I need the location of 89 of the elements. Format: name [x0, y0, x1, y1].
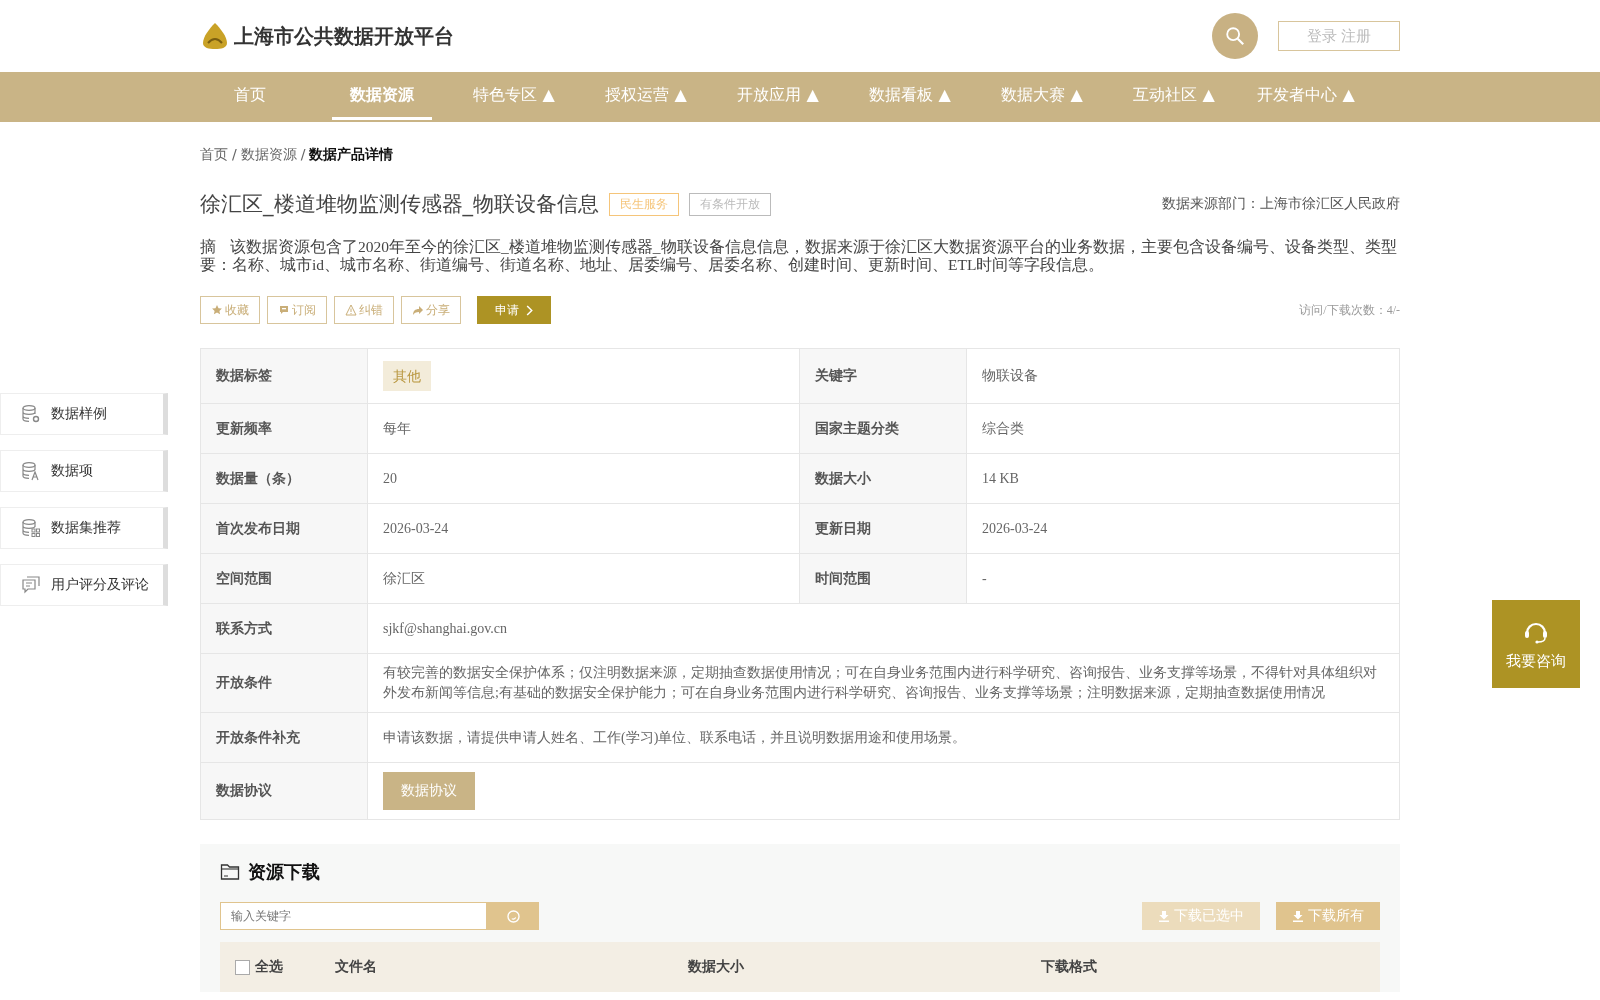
flag-icon — [278, 304, 290, 316]
action-button[interactable]: 收藏 — [200, 296, 260, 324]
field-value: 物联设备 — [982, 367, 1038, 385]
field-value: sjkf@shanghai.gov.cn — [383, 619, 507, 638]
field-value: 2026-03-24 — [982, 519, 1048, 538]
field-label: 数据大小 — [800, 454, 967, 503]
action-button[interactable]: 纠错 — [334, 296, 394, 324]
field-value: 每年 — [383, 419, 411, 438]
agreement-button[interactable]: 数据协议 — [383, 772, 475, 810]
column-header: 下载格式 — [1041, 958, 1097, 976]
action-button[interactable]: 订阅 — [267, 296, 327, 324]
sidebar-label: 数据项 — [51, 462, 93, 480]
field-value: 20 — [383, 469, 397, 488]
field-value: - — [982, 569, 987, 588]
logo-icon — [200, 21, 230, 51]
visit-count: 访问/下载次数：4/- — [1299, 301, 1400, 319]
field-label: 联系方式 — [201, 604, 368, 653]
field-label: 数据标签 — [201, 349, 368, 403]
sidebar-label: 数据样例 — [51, 405, 107, 423]
column-header: 数据大小 — [688, 958, 744, 976]
field-label: 空间范围 — [201, 554, 368, 603]
sidebar-label: 用户评分及评论 — [51, 576, 149, 594]
breadcrumb-link[interactable]: 首页 — [200, 146, 228, 164]
field-label: 开放条件 — [201, 654, 368, 712]
database-gear-icon — [21, 404, 41, 424]
field-value: 徐汇区 — [383, 569, 425, 588]
field-label: 更新频率 — [201, 404, 368, 453]
field-label: 首次发布日期 — [201, 504, 368, 553]
apply-button[interactable]: 申请 — [477, 296, 551, 324]
field-label: 数据量（条） — [201, 454, 368, 503]
nav-tab[interactable]: 数据看板 ▲ — [844, 72, 976, 122]
sidebar-item[interactable]: 数据样例 — [0, 393, 168, 435]
nav-tab[interactable]: 授权运营 ▲ — [580, 72, 712, 122]
field-label: 更新日期 — [800, 504, 967, 553]
nav-tab[interactable]: 首页 — [184, 72, 316, 122]
tag: 其他 — [383, 361, 431, 391]
sidebar-item[interactable]: 数据集推荐 — [0, 507, 168, 549]
sidebar-item[interactable]: 数据项 — [0, 450, 168, 492]
keyword-input[interactable]: 输入关键字 — [220, 902, 487, 930]
checkbox[interactable] — [235, 959, 250, 975]
search-button[interactable] — [487, 902, 539, 930]
search-icon — [504, 907, 522, 925]
field-label: 开放条件补充 — [201, 713, 368, 762]
source-department: 数据来源部门：上海市徐汇区人民政府 — [1162, 195, 1400, 213]
section-title: 资源下载 — [248, 860, 320, 884]
star-icon — [211, 304, 223, 316]
field-value: 综合类 — [982, 419, 1024, 438]
field-label: 数据协议 — [201, 763, 368, 819]
consult-button[interactable]: 我要咨询 — [1492, 600, 1580, 688]
share-icon — [412, 304, 424, 316]
warning-icon — [345, 304, 357, 316]
dataset-tag: 民生服务 — [609, 192, 679, 216]
field-value: 2026-03-24 — [383, 519, 449, 538]
site-title: 上海市公共数据开放平台 — [234, 22, 454, 50]
field-value: 申请该数据，请提供申请人姓名、工作(学习)单位、联系电话，并且说明数据用途和使用场景。 — [383, 728, 967, 747]
sidebar-label: 数据集推荐 — [51, 519, 121, 537]
login-register-button[interactable]: 登录 注册 — [1278, 21, 1400, 51]
field-label: 时间范围 — [800, 554, 967, 603]
nav-tab[interactable]: 开发者中心 ▲ — [1240, 72, 1372, 122]
nav-tab[interactable]: 数据大赛 ▲ — [976, 72, 1108, 122]
dataset-title: 徐汇区_楼道堆物监测传感器_物联设备信息 — [200, 191, 599, 218]
database-grid-icon — [21, 518, 41, 538]
field-value: 有较完善的数据安全保护体系；仅注明数据来源，定期抽查数据使用情况；可在自身业务范围内进行科学研究、咨询报告、业务支撑等场景，不得针对具体组织对外发布新闻等信息;有基础的数据安全保护能力；可在自身业务范围内进行科学研究、咨询报告、业务支撑等场景；注明数据来源，定期抽查数据使用情况 — [383, 664, 1378, 702]
field-label: 国家主题分类 — [800, 404, 967, 453]
download-button[interactable]: 下载所有 — [1276, 902, 1380, 930]
abstract-text: 摘 该数据资源包含了2020年至今的徐汇区_楼道堆物监测传感器_物联设备信息信息，数据来源于徐汇区大数据资源平台的业务数据，主要包含设备编号、设备类型、类型要：名称、城市id、城市名称、街道编号、街道名称、地址、居委编号、居委名称、创建时间、更新时间、ETL时间等字段信息。 — [200, 238, 1398, 274]
download-icon — [1292, 910, 1304, 922]
action-button[interactable]: 分享 — [401, 296, 461, 324]
dataset-tag: 有条件开放 — [689, 192, 771, 216]
database-letter-icon — [21, 461, 41, 481]
nav-tab[interactable]: 互动社区 ▲ — [1108, 72, 1240, 122]
consult-label: 我要咨询 — [1506, 651, 1566, 671]
search-button[interactable] — [1212, 13, 1258, 59]
nav-tab[interactable]: 开放应用 ▲ — [712, 72, 844, 122]
field-value: 14 KB — [982, 469, 1019, 488]
current-page-label: 数据产品详情 — [309, 146, 394, 164]
chevron-right-icon — [525, 304, 533, 316]
nav-tab[interactable]: 特色专区 ▲ — [448, 72, 580, 122]
column-header: 全选 — [255, 958, 283, 976]
breadcrumb-separator: / — [300, 146, 306, 164]
breadcrumb-link[interactable]: 数据资源 — [240, 146, 297, 164]
sidebar-item[interactable]: 用户评分及评论 — [0, 564, 168, 606]
column-header: 文件名 — [335, 958, 377, 976]
breadcrumb-separator: / — [232, 146, 237, 164]
comment-icon — [21, 575, 41, 595]
download-icon — [1158, 910, 1170, 922]
folder-icon — [220, 863, 240, 881]
field-label: 关键字 — [800, 349, 967, 403]
search-icon — [1224, 25, 1246, 47]
